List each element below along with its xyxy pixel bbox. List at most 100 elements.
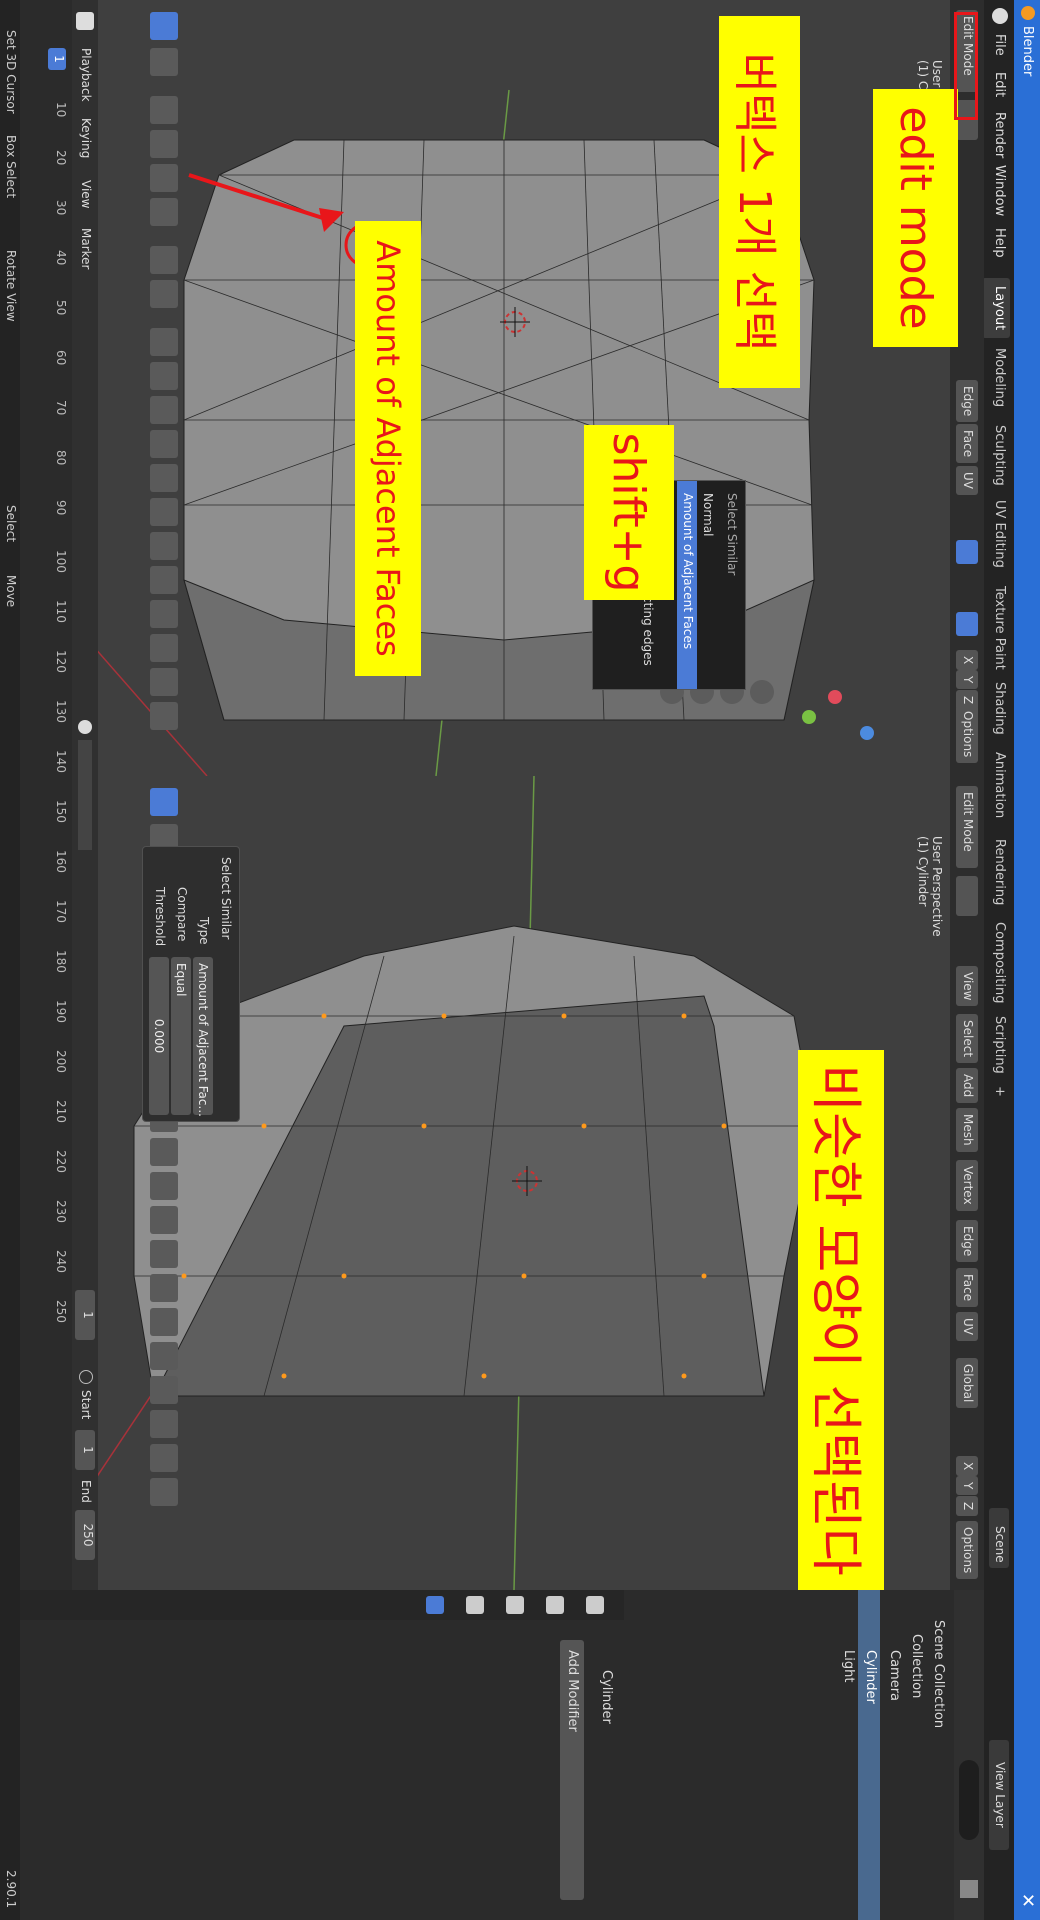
- output-tab-icon[interactable]: [506, 1596, 524, 1614]
- timeline-ruler[interactable]: 1 10 20 30 40 50 60 70 80 90 100 110 120…: [38, 0, 68, 1590]
- start-frame-field[interactable]: 1: [75, 1430, 95, 1470]
- add-workspace-button[interactable]: +: [982, 1078, 1010, 1105]
- inset-tool-icon-2[interactable]: [150, 1138, 178, 1166]
- vp2-menu-face[interactable]: Face: [956, 1268, 978, 1308]
- menu-render[interactable]: Render: [992, 112, 1007, 158]
- modifier-tab-icon[interactable]: [426, 1596, 444, 1614]
- outliner-scene-collection[interactable]: Scene Collection: [931, 1620, 946, 1728]
- rip-tool-icon-2[interactable]: [150, 1478, 178, 1506]
- blender-menu-icon[interactable]: [992, 8, 1008, 24]
- outliner-cylinder[interactable]: Cylinder: [863, 1650, 878, 1704]
- proportional-edit-icon[interactable]: [956, 612, 978, 636]
- view-layer-selector[interactable]: View Layer: [989, 1740, 1009, 1850]
- outliner-collection[interactable]: Collection: [909, 1634, 924, 1698]
- vp2-menu-add[interactable]: Add: [956, 1068, 978, 1104]
- close-icon[interactable]: ✕: [1017, 1893, 1038, 1908]
- vp2-menu-select[interactable]: Select: [956, 1014, 978, 1064]
- smooth-tool-icon[interactable]: [150, 566, 178, 594]
- tab-shading[interactable]: Shading: [982, 674, 1010, 743]
- timeline-menu-keying[interactable]: Keying: [79, 118, 93, 158]
- vp2-menu-vertex[interactable]: Vertex: [956, 1160, 978, 1211]
- shrink-tool-icon-2[interactable]: [150, 1410, 178, 1438]
- vp1-menu-face[interactable]: Face: [956, 424, 978, 464]
- knife-tool-icon-2[interactable]: [150, 1240, 178, 1268]
- gizmo-y-icon[interactable]: [802, 710, 816, 724]
- timeline-editor-icon[interactable]: [76, 12, 94, 30]
- menu-item-normal[interactable]: Normal: [697, 481, 717, 689]
- timeline-menu-playback[interactable]: Playback: [79, 48, 93, 102]
- tab-sculpting[interactable]: Sculpting: [982, 417, 1010, 494]
- redo-type-select[interactable]: Amount of Adjacent Fac...: [193, 957, 213, 1117]
- scene-tab-icon[interactable]: [466, 1596, 484, 1614]
- redo-threshold-field[interactable]: 0.000: [149, 957, 169, 1115]
- current-frame-field[interactable]: 1: [75, 1290, 95, 1340]
- select-box-tool-icon[interactable]: [150, 12, 178, 40]
- vp1-options[interactable]: Options: [956, 705, 978, 764]
- spin-tool-icon-2[interactable]: [150, 1308, 178, 1336]
- bevel-tool-icon-2[interactable]: [150, 1172, 178, 1200]
- gizmo-x-icon[interactable]: [828, 690, 842, 704]
- vp2-menu-uv[interactable]: UV: [956, 1312, 978, 1341]
- cursor-tool-icon[interactable]: [150, 48, 178, 76]
- vp1-menu-edge[interactable]: Edge: [956, 380, 978, 423]
- tab-rendering[interactable]: Rendering: [982, 831, 1010, 913]
- redo-panel-title[interactable]: Select Similar: [219, 857, 233, 939]
- menu-edit[interactable]: Edit: [992, 72, 1007, 97]
- outliner-search-input[interactable]: [959, 1760, 979, 1840]
- vp2-menu-mesh[interactable]: Mesh: [956, 1108, 978, 1152]
- tab-modeling[interactable]: Modeling: [982, 340, 1010, 415]
- extrude-tool-icon[interactable]: [150, 328, 178, 356]
- vp2-axis-y[interactable]: Y: [956, 1476, 978, 1496]
- vp2-menu-view[interactable]: View: [956, 966, 978, 1007]
- orientation-dropdown[interactable]: Global: [956, 1358, 978, 1409]
- shrink-tool-icon[interactable]: [150, 634, 178, 662]
- loop-cut-tool-icon[interactable]: [150, 430, 178, 458]
- shear-tool-icon-2[interactable]: [150, 1444, 178, 1472]
- gizmo-z-icon[interactable]: [860, 726, 874, 740]
- knife-tool-icon[interactable]: [150, 464, 178, 492]
- vp2-menu-edge[interactable]: Edge: [956, 1220, 978, 1263]
- scene-selector[interactable]: Scene: [989, 1508, 1009, 1568]
- render-tab-icon[interactable]: [546, 1596, 564, 1614]
- move-tool-icon[interactable]: [150, 96, 178, 124]
- zoom-icon[interactable]: [750, 680, 774, 704]
- menu-help[interactable]: Help: [992, 228, 1007, 258]
- viewport-top[interactable]: Edit Mode Edge Face UV X Y Z Options Use…: [38, 0, 984, 776]
- rip-tool-icon[interactable]: [150, 702, 178, 730]
- filter-icon[interactable]: [960, 1880, 978, 1898]
- outliner-light[interactable]: Light: [841, 1650, 856, 1682]
- poly-build-tool-icon-2[interactable]: [150, 1274, 178, 1302]
- vp1-axis-x[interactable]: X: [956, 650, 978, 671]
- scale-tool-icon[interactable]: [150, 164, 178, 192]
- timeline-menu-view[interactable]: View: [79, 180, 93, 208]
- tab-texture-paint[interactable]: Texture Paint: [982, 578, 1010, 678]
- poly-build-tool-icon[interactable]: [150, 498, 178, 526]
- tool-tab-icon[interactable]: [586, 1596, 604, 1614]
- vp2-axis-x[interactable]: X: [956, 1456, 978, 1477]
- viewport-bottom[interactable]: Edit Mode View Select Add Mesh Vertex Ed…: [38, 776, 984, 1590]
- rotate-tool-icon[interactable]: [150, 130, 178, 158]
- inset-tool-icon[interactable]: [150, 362, 178, 390]
- bevel-tool-icon[interactable]: [150, 396, 178, 424]
- select-box-tool-icon-2[interactable]: [150, 788, 178, 816]
- menu-file[interactable]: File: [992, 34, 1007, 56]
- annotate-tool-icon[interactable]: [150, 246, 178, 274]
- tab-animation[interactable]: Animation: [982, 744, 1010, 826]
- add-modifier-button[interactable]: Add Modifier: [560, 1640, 584, 1900]
- redo-compare-select[interactable]: Equal: [171, 957, 191, 1115]
- timeline-menu-marker[interactable]: Marker: [79, 228, 93, 269]
- vp2-axis-z[interactable]: Z: [956, 1496, 978, 1517]
- edge-slide-tool-icon-2[interactable]: [150, 1376, 178, 1404]
- spin-tool-icon[interactable]: [150, 532, 178, 560]
- menu-window[interactable]: Window: [992, 165, 1007, 216]
- loop-cut-tool-icon-2[interactable]: [150, 1206, 178, 1234]
- vp1-menu-uv[interactable]: UV: [956, 466, 978, 495]
- outliner-camera[interactable]: Camera: [887, 1650, 902, 1701]
- tab-scripting[interactable]: Scripting: [982, 1008, 1010, 1082]
- mode-dropdown-2[interactable]: Edit Mode: [956, 786, 978, 868]
- transform-tool-icon[interactable]: [150, 198, 178, 226]
- preview-range-icon[interactable]: [79, 1370, 93, 1384]
- record-icon[interactable]: [78, 720, 92, 734]
- tab-uv-editing[interactable]: UV Editing: [982, 492, 1010, 576]
- vp1-axis-y[interactable]: Y: [956, 670, 978, 690]
